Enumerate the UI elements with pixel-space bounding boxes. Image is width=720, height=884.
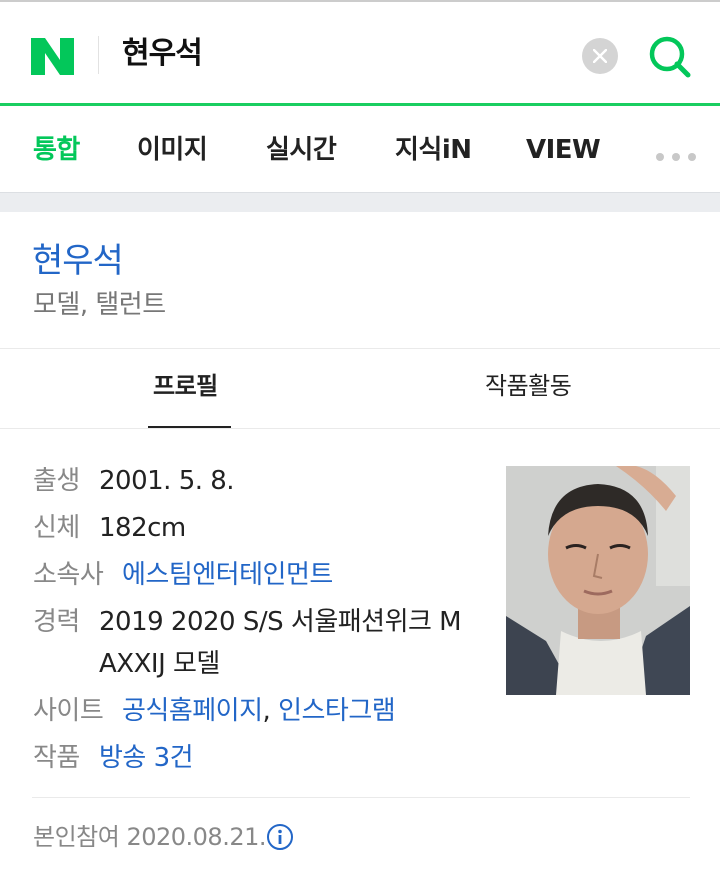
more-dots-icon[interactable] — [656, 146, 706, 161]
tab-realtime[interactable]: 실시간 — [266, 130, 337, 170]
tab-knowledge-in[interactable]: 지식iN — [395, 130, 472, 170]
site-label: 사이트 — [33, 696, 104, 726]
site-links: 공식홈페이지, 인스타그램 — [122, 693, 396, 729]
naver-logo[interactable] — [31, 38, 74, 75]
birth-label: 출생 — [33, 466, 80, 496]
profile-photo[interactable] — [506, 466, 690, 695]
tab-all[interactable]: 통합 — [33, 130, 80, 170]
instagram-link[interactable]: 인스타그램 — [278, 696, 396, 726]
works-link[interactable]: 방송 3건 — [99, 740, 194, 776]
subtab-profile[interactable]: 프로필 — [153, 368, 218, 404]
tab-images[interactable]: 이미지 — [137, 130, 208, 170]
official-homepage-link[interactable]: 공식홈페이지 — [122, 696, 263, 726]
search-header: 현우석 — [0, 0, 720, 106]
tab-view[interactable]: VIEW — [526, 130, 601, 170]
search-query-input[interactable]: 현우석 — [122, 32, 203, 76]
body-label: 신체 — [33, 513, 80, 543]
profile-job: 모델, 탤런트 — [33, 290, 166, 320]
profile-name-link[interactable]: 현우석 — [32, 238, 124, 284]
agency-link[interactable]: 에스팀엔터테인먼트 — [122, 557, 333, 593]
search-tabs: 통합 이미지 실시간 지식iN VIEW — [0, 106, 720, 192]
subtab-works[interactable]: 작품활동 — [485, 368, 572, 404]
site-separator: , — [262, 696, 271, 726]
self-participation-date: 본인참여 2020.08.21. — [33, 823, 267, 851]
search-icon[interactable] — [644, 31, 694, 81]
birth-value: 2001. 5. 8. — [99, 466, 235, 496]
works-label: 작품 — [33, 743, 80, 773]
agency-label: 소속사 — [33, 560, 104, 590]
section-gap — [0, 192, 720, 212]
divider — [0, 428, 720, 429]
career-value-line1: 2019 2020 S/S 서울패션위크 M — [99, 607, 462, 637]
info-icon[interactable] — [266, 823, 294, 851]
career-value-line2: AXXIJ 모델 — [99, 649, 220, 679]
career-label: 경력 — [33, 607, 80, 637]
divider — [32, 797, 690, 798]
body-value: 182cm — [99, 513, 186, 543]
divider — [0, 348, 720, 349]
clear-icon[interactable] — [582, 38, 618, 74]
logo-divider — [98, 36, 99, 74]
